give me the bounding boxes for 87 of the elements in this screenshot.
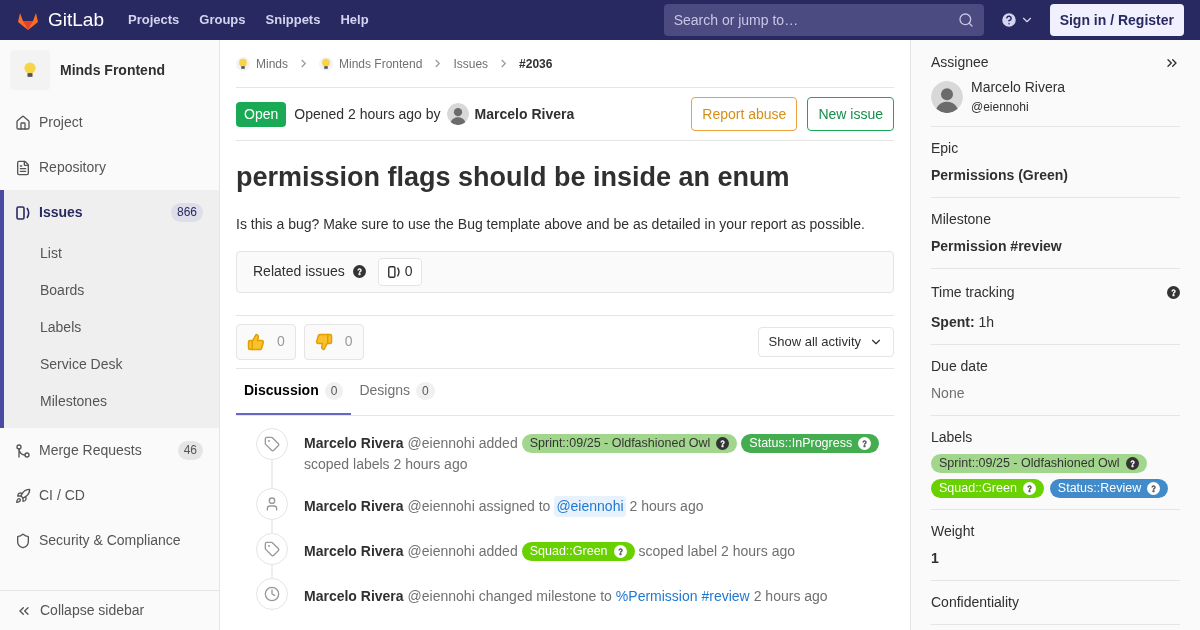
user-mention[interactable]: @eiennohi: [554, 495, 626, 517]
activity-note: Marcelo Rivera @eiennohi added Sprint::09/25 - Oldfashioned Owl Status::InProgress scoped labels 2 hours ago: [304, 427, 894, 475]
scoped-label[interactable]: Sprint::09/25 - Oldfashioned Owl: [931, 454, 1147, 473]
section-title: Due date: [931, 357, 988, 376]
chevron-icon: [500, 59, 508, 68]
avatar: [446, 103, 469, 125]
shield-icon: [15, 532, 31, 549]
sidebar-subitem[interactable]: Boards: [4, 272, 219, 309]
help-icon[interactable]: [613, 544, 627, 558]
sidebar-subitem[interactable]: Milestones: [4, 383, 219, 420]
sidebar-item[interactable]: Merge Requests 46: [0, 428, 219, 473]
sign-in-button[interactable]: Sign in / Register: [1049, 4, 1184, 36]
help-icon[interactable]: [716, 436, 730, 450]
related-issues-title: Related issues: [253, 262, 345, 281]
document-icon: [15, 159, 31, 176]
time-spent: Spent: 1h: [931, 313, 996, 332]
section-title: Weight: [931, 522, 975, 541]
section-title: Epic: [931, 139, 959, 158]
breadcrumb-link[interactable]: Minds: [236, 54, 288, 73]
opened-text: Opened 2 hours ago by: [294, 104, 441, 124]
new-issue-button[interactable]: New issue: [807, 97, 894, 131]
sidebar-item[interactable]: CI / CD: [0, 473, 219, 518]
assignee-name[interactable]: Marcelo Rivera: [971, 77, 1066, 98]
nav-link[interactable]: Help: [340, 10, 369, 30]
section-title: Assignee: [931, 53, 989, 72]
chevron-icon: [300, 59, 307, 68]
help-icon[interactable]: [1167, 286, 1180, 299]
thumbs-down-icon: [314, 332, 333, 351]
sidebar-subitem[interactable]: List: [4, 235, 219, 272]
chevron-icon: [434, 59, 442, 68]
nav-link[interactable]: Projects: [128, 10, 180, 30]
breadcrumb-link[interactable]: Issues: [453, 54, 489, 73]
help-icon[interactable]: [999, 11, 1018, 29]
lightbulb-icon: [319, 56, 333, 71]
nav-link[interactable]: Groups: [199, 10, 246, 30]
section-title: Time tracking: [931, 282, 1015, 302]
merge-icon: [15, 442, 31, 459]
activity-filter-dropdown[interactable]: Show all activity: [757, 326, 894, 357]
section-value: None: [931, 384, 966, 403]
author-name[interactable]: Marcelo Rivera: [474, 103, 575, 125]
thumbs-up-icon: [247, 332, 265, 351]
section-title: Milestone: [931, 210, 991, 229]
milestone-link[interactable]: %Permission #review: [615, 585, 750, 607]
issue-title: permission flags should be inside an enum: [236, 161, 791, 194]
help-icon[interactable]: [1147, 482, 1161, 495]
help-icon[interactable]: [858, 436, 872, 450]
sidebar-item[interactable]: Security & Compliance: [0, 518, 219, 563]
sidebar-subitem[interactable]: Labels: [4, 309, 219, 346]
tab[interactable]: Discussion 0: [236, 368, 352, 415]
lightbulb-icon: [236, 56, 250, 71]
nav-link[interactable]: Snippets: [265, 10, 321, 30]
count-badge: 866: [170, 203, 203, 222]
sidebar-subitem[interactable]: Service Desk: [4, 346, 219, 383]
issues-icon: [15, 204, 31, 221]
scoped-label[interactable]: Status::Review: [1049, 479, 1169, 498]
section-value: 1: [931, 549, 940, 568]
tab[interactable]: Designs 0: [351, 368, 443, 415]
section-title: Labels: [931, 428, 973, 447]
breadcrumb-link[interactable]: #2036: [519, 54, 553, 73]
rocket-icon: [15, 487, 31, 504]
activity-note: Marcelo Rivera @eiennohi added Squad::Green scoped label 2 hours ago: [304, 540, 795, 563]
issue-count-badge: 0: [377, 257, 422, 286]
sidebar-item[interactable]: Project: [0, 100, 219, 145]
scoped-label[interactable]: Sprint::09/25 - Oldfashioned Owl: [521, 433, 738, 453]
assignee-handle: @eiennohi: [971, 99, 1030, 116]
activity-note: Marcelo Rivera @eiennohi changed milestone to %Permission #review 2 hours ago: [304, 577, 828, 610]
sidebar-item[interactable]: Repository: [0, 145, 219, 190]
status-badge: Open: [236, 101, 287, 127]
breadcrumb-link[interactable]: Minds Frontend: [319, 54, 423, 73]
brand-name[interactable]: GitLab: [48, 5, 104, 35]
issue-description: Is this a bug? Make sure to use the Bug template above and be as detailed in your report as possible.: [236, 214, 866, 234]
count-badge: 46: [177, 441, 203, 460]
section-value: Permission #review: [931, 237, 1063, 256]
collapse-sidebar-button[interactable]: Collapse sidebar: [0, 590, 219, 630]
search-field[interactable]: Search or jump to…: [663, 4, 984, 36]
avatar: [931, 80, 963, 113]
help-icon[interactable]: [1125, 457, 1139, 470]
section-value: Permissions (Green): [931, 166, 1069, 185]
search-icon: [957, 12, 974, 28]
home-icon: [15, 114, 31, 131]
project-name[interactable]: Minds Frontend: [60, 59, 165, 81]
activity-note: Marcelo Rivera @eiennohi assigned to @eiennohi 2 hours ago: [304, 487, 704, 520]
help-icon[interactable]: [1022, 482, 1036, 495]
issues-icon: [386, 264, 401, 279]
section-title: Confidentiality: [931, 593, 1019, 612]
help-icon[interactable]: [352, 265, 366, 278]
sidebar-item[interactable]: Issues 866: [4, 190, 219, 235]
